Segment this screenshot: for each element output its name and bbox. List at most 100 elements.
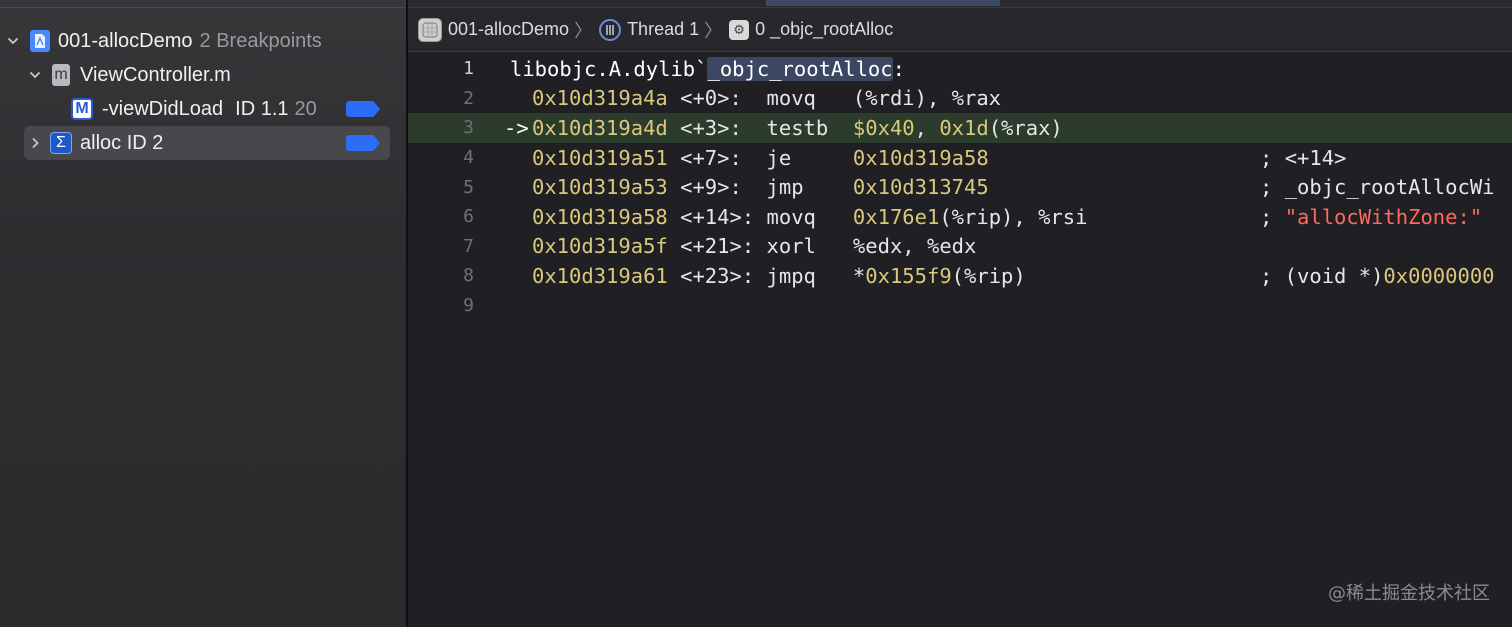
instruction-address: 0x10d319a53 [532,175,668,200]
line-number: 4 [463,147,474,169]
operand-offset: 0x155f9 [865,263,952,288]
instruction-opcode: movq [766,86,853,111]
breakpoint-flag-icon[interactable] [346,135,380,151]
operand-offset: 0x1d [939,115,989,140]
instruction-offset: <+9>: [667,175,767,200]
disassembly-editor: 001-allocDemo 〉 Thread 1 〉 ⚙ 0 _objc_roo… [408,0,1512,627]
header-symbol: _objc_rootAlloc [707,56,893,81]
operand-register: (%rip), %rsi [939,204,1088,229]
symbol-breakpoint-row[interactable]: Σ alloc ID 2 [24,126,390,160]
objc-file-icon: m [52,64,70,86]
code-line[interactable]: 4 0x10d319a51 <+7>: je 0x10d319a58 ; <+1… [408,143,1512,173]
instruction-opcode: xorl [766,234,853,259]
line-number: 3 [463,117,474,139]
current-instruction-line[interactable]: 3 -> 0x10d319a4d <+3>: testb $0x40, 0x1d… [408,113,1512,143]
instruction-operands: %edx, %edx [852,234,977,259]
instruction-comment: ; "allocWithZone:" [1260,205,1482,229]
method-breakpoint-row[interactable]: M -viewDidLoad ID 1.1 20 [0,92,406,126]
instruction-address: 0x10d319a61 [532,263,668,288]
code-line[interactable]: 8 0x10d319a61 <+23>: jmpq * 0x155f9 (%rip)… [408,261,1512,291]
jumpbar-thread[interactable]: Thread 1 [627,19,699,40]
file-row[interactable]: m ViewController.m [0,58,406,92]
instruction-offset: <+3>: [667,115,767,140]
instruction-address: 0x10d319a4a [532,86,668,111]
line-number: 8 [463,265,474,287]
chevron-down-icon[interactable] [6,34,20,48]
line-number: 2 [463,87,474,109]
active-tab-indicator[interactable] [766,0,1000,6]
jumpbar-frame[interactable]: 0 _objc_rootAlloc [755,19,893,40]
jump-bar: 001-allocDemo 〉 Thread 1 〉 ⚙ 0 _objc_roo… [408,8,1512,52]
method-icon: M [71,98,93,120]
code-line[interactable]: 6 0x10d319a58 <+14>: movq 0x176e1 (%rip),… [408,202,1512,232]
jump-target: 0x10d313745 [852,175,989,200]
project-name: 001-allocDemo [58,29,193,52]
gear-icon[interactable]: ⚙ [729,19,750,40]
operand-register: (%rip) [951,263,1026,288]
jump-target: 0x10d319a58 [852,145,989,170]
line-number: 6 [463,206,474,228]
instruction-address: 0x10d319a4d [532,115,668,140]
line-number: 9 [463,295,474,317]
breakpoint-flag-icon[interactable] [346,101,380,117]
instruction-opcode: testb [766,115,853,140]
code-line[interactable]: 5 0x10d319a53 <+9>: jmp 0x10d313745 ; _o… [408,172,1512,202]
chevron-down-icon[interactable] [28,68,42,82]
instruction-address: 0x10d319a51 [532,145,668,170]
instruction-comment: ; _objc_rootAllocWi [1260,175,1495,199]
instruction-offset: <+23>: [667,263,767,288]
comment-string: "allocWithZone:" [1284,204,1483,229]
instruction-operands: (%rdi), %rax [852,86,1002,111]
chevron-right-icon[interactable] [28,136,42,150]
comment-prefix: ; (void *) [1260,263,1384,288]
symbol-icon: Σ [50,132,72,154]
comment-prefix: ; [1260,175,1285,200]
instruction-opcode: jmp [766,175,853,200]
instruction-comment: ; <+14> [1260,146,1346,170]
comment-prefix: ; [1260,145,1285,170]
comment-text: <+14> [1284,145,1347,170]
instruction-offset: <+21>: [667,234,767,259]
project-icon [30,30,50,52]
instruction-offset: <+7>: [667,145,767,170]
current-pc-arrow: -> [504,115,529,140]
symbol-name: alloc ID 2 [80,131,164,154]
file-name: ViewController.m [80,63,231,86]
breakpoint-id: ID 1.1 [235,97,289,120]
code-line[interactable]: 2 0x10d319a4a <+0>: movq (%rdi), %rax [408,84,1512,114]
function-header: libobjc.A.dylib`_objc_rootAlloc: [510,56,905,81]
code-line[interactable]: 1 libobjc.A.dylib`_objc_rootAlloc: [408,54,1512,84]
instruction-address: 0x10d319a58 [532,204,668,229]
instruction-address: 0x10d319a5f [532,234,668,259]
jumpbar-project[interactable]: 001-allocDemo [448,19,569,40]
header-colon: : [892,56,905,81]
comment-address: 0x0000000 [1383,263,1495,288]
code-line[interactable]: 7 0x10d319a5f <+21>: xorl %edx, %edx [408,232,1512,262]
instruction-opcode: je [766,145,853,170]
chevron-right-icon: 〉 [574,20,593,41]
thread-icon[interactable] [599,18,622,41]
breakpoint-navigator: 001-allocDemo 2 Breakpoints m ViewContro… [0,0,406,627]
app-icon[interactable] [418,17,442,42]
method-name: -viewDidLoad [102,97,224,120]
comment-text: _objc_rootAllocWi [1284,175,1495,200]
instruction-offset: <+14>: [667,204,767,229]
operand-deref: * [852,263,866,288]
chevron-right-icon: 〉 [704,20,723,41]
code-line[interactable]: 9 [408,291,1512,321]
operand-offset: 0x176e1 [852,204,940,229]
breakpoint-count: 2 Breakpoints [199,29,322,52]
operand-separator: , [914,115,940,140]
line-number: 7 [463,235,474,257]
breakpoint-line: 20 [294,97,317,120]
watermark: @稀土掘金技术社区 [1328,583,1490,604]
code-area[interactable]: 1 libobjc.A.dylib`_objc_rootAlloc: 2 0x1… [408,54,1512,320]
instruction-opcode: movq [766,204,853,229]
line-number: 5 [463,176,474,198]
instruction-comment: ; (void *)0x0000000 [1260,264,1495,288]
operand-immediate: $0x40 [852,115,915,140]
comment-prefix: ; [1260,204,1285,229]
project-row[interactable]: 001-allocDemo 2 Breakpoints [0,24,406,58]
navigator-top-bar [0,0,406,8]
instruction-offset: <+0>: [667,86,767,111]
